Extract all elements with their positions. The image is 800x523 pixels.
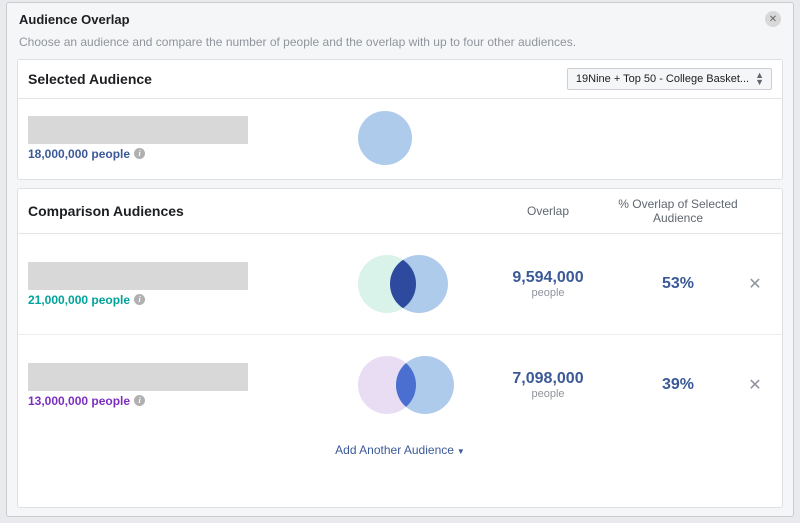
comparison-row: 21,000,000 people i 9,594,000people53% ✕ xyxy=(18,234,782,335)
overlap-number: 9,594,000 xyxy=(478,269,618,287)
overlap-percent: 39% xyxy=(618,376,738,394)
caret-down-icon: ▼ xyxy=(454,447,465,456)
redacted-audience-name xyxy=(28,116,248,144)
modal-title: Audience Overlap xyxy=(19,12,130,27)
selected-audience-panel: Selected Audience 19Nine + Top 50 - Coll… xyxy=(17,59,783,180)
selected-panel-header: Selected Audience 19Nine + Top 50 - Coll… xyxy=(18,60,782,99)
redacted-audience-name xyxy=(28,363,248,391)
column-header-pct-overlap: % Overlap of Selected Audience xyxy=(618,197,738,225)
count-text: 13,000,000 people xyxy=(28,394,130,408)
comparison-panel-title: Comparison Audiences xyxy=(28,203,358,219)
audience-circle-icon xyxy=(358,111,412,165)
info-icon[interactable]: i xyxy=(134,294,145,305)
remove-row-cell: ✕ xyxy=(738,274,772,294)
redacted-audience-name xyxy=(28,262,248,290)
comparison-header-row: Comparison Audiences Overlap % Overlap o… xyxy=(18,189,782,234)
add-label: Add Another Audience xyxy=(335,443,454,457)
overlap-value: 7,098,000people xyxy=(478,370,618,400)
comparison-audience-info: 13,000,000 people i xyxy=(28,363,358,408)
percent-text: 53% xyxy=(618,275,738,293)
selected-audience-count: 18,000,000 people i xyxy=(28,147,248,161)
comparison-audience-count: 21,000,000 people i xyxy=(28,293,358,307)
overlap-number: 7,098,000 xyxy=(478,370,618,388)
selected-body: 18,000,000 people i xyxy=(18,99,782,179)
comparison-audience-info: 21,000,000 people i xyxy=(28,262,358,307)
modal-header: Audience Overlap ✕ xyxy=(7,3,793,31)
audience-selector-dropdown[interactable]: 19Nine + Top 50 - College Basket... ▲▼ xyxy=(567,68,772,90)
percent-text: 39% xyxy=(618,376,738,394)
remove-row-button[interactable]: ✕ xyxy=(748,377,761,394)
modal-subtitle: Choose an audience and compare the numbe… xyxy=(7,31,793,59)
sort-icon: ▲▼ xyxy=(755,72,763,86)
column-header-overlap: Overlap xyxy=(478,204,618,218)
comparison-audience-count: 13,000,000 people i xyxy=(28,394,358,408)
audience-overlap-modal: Audience Overlap ✕ Choose an audience an… xyxy=(6,2,794,517)
remove-row-button[interactable]: ✕ xyxy=(748,276,761,293)
info-icon[interactable]: i xyxy=(134,148,145,159)
close-icon[interactable]: ✕ xyxy=(765,11,781,27)
selected-panel-title: Selected Audience xyxy=(28,71,152,87)
count-text: 18,000,000 people xyxy=(28,147,130,161)
dropdown-label: 19Nine + Top 50 - College Basket... xyxy=(576,73,749,85)
overlap-percent: 53% xyxy=(618,275,738,293)
add-another-audience-button[interactable]: Add Another Audience▼ xyxy=(18,435,782,465)
overlap-people-label: people xyxy=(478,287,618,299)
info-icon[interactable]: i xyxy=(134,395,145,406)
remove-row-cell: ✕ xyxy=(738,375,772,395)
selected-audience-info: 18,000,000 people i xyxy=(28,116,248,161)
comparison-row: 13,000,000 people i 7,098,000people39% ✕ xyxy=(18,335,782,435)
comparison-rows: 21,000,000 peoplei9,594,000people53%✕13,… xyxy=(18,234,782,435)
comparison-audiences-panel: Comparison Audiences Overlap % Overlap o… xyxy=(17,188,783,508)
overlap-value: 9,594,000people xyxy=(478,269,618,299)
overlap-people-label: people xyxy=(478,388,618,400)
count-text: 21,000,000 people xyxy=(28,293,130,307)
venn-diagram xyxy=(358,254,478,314)
venn-diagram xyxy=(358,355,478,415)
